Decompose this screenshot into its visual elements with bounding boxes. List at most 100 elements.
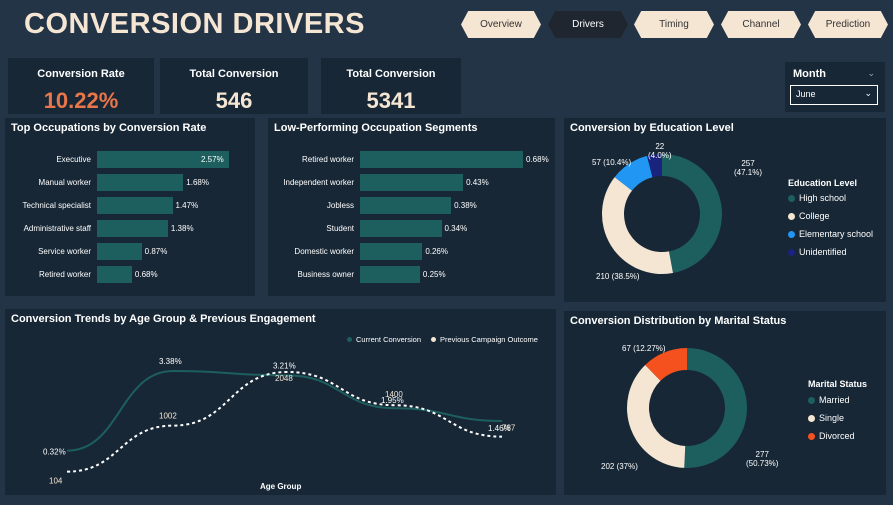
legend-title: Marital Status bbox=[808, 379, 868, 389]
top-occ-category-label: Executive bbox=[56, 155, 91, 164]
dot-icon bbox=[808, 414, 815, 422]
low-occ-bar[interactable] bbox=[360, 174, 464, 191]
low-occ-bar[interactable] bbox=[360, 243, 423, 260]
donut-slice[interactable] bbox=[662, 154, 723, 273]
legend-item[interactable]: High school bbox=[788, 193, 846, 203]
legend-label: Married bbox=[819, 395, 850, 405]
low-occ-category-label: Retired worker bbox=[301, 155, 354, 164]
top-occ-value-label: 0.87% bbox=[144, 247, 168, 256]
legend-label: Divorced bbox=[819, 431, 855, 441]
dot-icon bbox=[808, 396, 815, 404]
legend-label: College bbox=[799, 211, 830, 221]
low-occ-value-label: 0.68% bbox=[526, 155, 549, 164]
nav-overview-button[interactable]: Overview bbox=[461, 11, 541, 38]
kpi-value: 5341 bbox=[366, 88, 416, 113]
nav-prediction-button[interactable]: Prediction bbox=[808, 11, 888, 38]
legend-item[interactable]: College bbox=[788, 211, 830, 221]
top-occ-category-label: Manual worker bbox=[38, 178, 91, 187]
top-occ-bar[interactable] bbox=[97, 174, 184, 191]
age-trend-panel: Conversion Trends by Age Group & Previou… bbox=[5, 309, 556, 495]
age-line-chart: 0.32%3.38% 3.21%1.95%1.46%104100220481400… bbox=[43, 357, 516, 486]
legend-label: Single bbox=[819, 413, 845, 423]
legend-item[interactable]: Single bbox=[808, 413, 844, 423]
slice-data-label: 257 (47.1%) bbox=[734, 159, 763, 178]
top-occupations-panel: Top Occupations by Conversion Rate Execu… bbox=[5, 118, 255, 296]
top-occ-category-label: Retired worker bbox=[38, 270, 91, 279]
top-occ-category-label: Service worker bbox=[38, 247, 91, 256]
kpi-total-conversion: Total Conversion 546 bbox=[160, 58, 308, 114]
legend-item[interactable]: Married bbox=[808, 395, 850, 405]
nav-timing-button[interactable]: Timing bbox=[634, 11, 714, 38]
filter-label: Month bbox=[793, 68, 826, 80]
low-occ-category-label: Jobless bbox=[326, 201, 354, 210]
slice-data-label: 57 (10.4%) bbox=[592, 158, 632, 167]
panel-title: Low-Performing Occupation Segments bbox=[274, 122, 478, 134]
dot-icon bbox=[788, 212, 795, 220]
dot-icon bbox=[808, 432, 815, 440]
month-select[interactable]: June ⌄ bbox=[790, 85, 878, 105]
low-occ-value-label: 0.25% bbox=[422, 270, 446, 279]
nav-drivers-button[interactable]: Drivers bbox=[548, 11, 628, 38]
legend-label: High school bbox=[799, 193, 847, 203]
previous-data-label: 1002 bbox=[159, 412, 177, 421]
top-occ-bar[interactable] bbox=[97, 220, 168, 237]
education-panel: Conversion by Education Level 257 (47.1%… bbox=[564, 118, 886, 302]
donut-slice[interactable] bbox=[602, 177, 673, 274]
current-data-label: 3.38% bbox=[159, 357, 182, 366]
low-occ-value-label: 0.34% bbox=[444, 224, 468, 233]
legend-title: Education Level bbox=[788, 178, 858, 188]
top-occ-value-label: 1.47% bbox=[175, 201, 199, 210]
top-occ-value-label: 1.38% bbox=[170, 224, 194, 233]
kpi-value: 10.22% bbox=[43, 88, 119, 113]
low-occ-value-label: 0.38% bbox=[454, 201, 477, 210]
top-occ-value-label: 0.68% bbox=[134, 270, 158, 279]
top-occ-value-label: 2.57% bbox=[201, 155, 224, 164]
chevron-down-icon[interactable]: ⌄ bbox=[867, 68, 875, 79]
slice-data-label: 210 (38.5%) bbox=[596, 272, 640, 281]
low-occ-bar[interactable] bbox=[360, 151, 523, 168]
top-occ-category-label: Technical specialist bbox=[22, 201, 91, 210]
current-data-label: 0.32% bbox=[43, 448, 66, 457]
low-occupations-panel: Low-Performing Occupation Segments Retir… bbox=[268, 118, 555, 296]
donut-slice[interactable] bbox=[684, 348, 747, 468]
legend-item[interactable]: Unidentified bbox=[788, 247, 847, 257]
marital-panel: Conversion Distribution by Marital Statu… bbox=[564, 311, 886, 495]
slice-data-label: 22 (4.0%) bbox=[648, 142, 672, 161]
low-occ-category-label: Independent worker bbox=[283, 178, 354, 187]
page-title: CONVERSION DRIVERS bbox=[24, 8, 365, 40]
top-occ-bar[interactable] bbox=[97, 243, 142, 260]
panel-title: Top Occupations by Conversion Rate bbox=[11, 122, 207, 134]
legend-label: Elementary school bbox=[799, 229, 874, 239]
slice-data-label: 277 (50.73%) bbox=[746, 450, 779, 469]
top-occ-category-label: Administrative staff bbox=[23, 224, 91, 233]
kpi-total-conversion-2: Total Conversion 5341 bbox=[321, 58, 461, 114]
donut-slice[interactable] bbox=[627, 364, 686, 468]
top-occ-bar[interactable] bbox=[97, 197, 173, 214]
current-data-label: 3.21% bbox=[273, 361, 296, 370]
dot-icon bbox=[788, 194, 795, 202]
dot-icon bbox=[788, 248, 795, 256]
kpi-label: Total Conversion bbox=[346, 68, 436, 80]
slice-data-label: 202 (37%) bbox=[601, 462, 638, 471]
legend-item[interactable]: Divorced bbox=[808, 431, 855, 441]
previous-campaign-line[interactable] bbox=[66, 370, 503, 473]
legend-label: Unidentified bbox=[799, 247, 847, 257]
low-occ-bar[interactable] bbox=[360, 266, 420, 283]
kpi-value: 546 bbox=[215, 88, 253, 113]
low-occ-value-label: 0.26% bbox=[425, 247, 448, 256]
low-occ-bar[interactable] bbox=[360, 197, 452, 214]
dot-icon bbox=[788, 230, 795, 238]
low-occ-bar[interactable] bbox=[360, 220, 442, 237]
previous-data-label: 787 bbox=[502, 424, 516, 433]
legend-item[interactable]: Elementary school bbox=[788, 229, 873, 239]
nav-channel-button[interactable]: Channel bbox=[721, 11, 801, 38]
previous-data-label: 1400 bbox=[385, 390, 403, 399]
top-occ-bar[interactable] bbox=[97, 266, 132, 283]
month-select-value: June bbox=[796, 89, 816, 99]
x-axis-label: Age Group bbox=[260, 482, 302, 491]
previous-data-label: 104 bbox=[49, 477, 63, 486]
kpi-label: Total Conversion bbox=[189, 68, 279, 80]
slice-data-label: 67 (12.27%) bbox=[622, 344, 666, 353]
low-occ-category-label: Business owner bbox=[297, 270, 354, 279]
kpi-label: Conversion Rate bbox=[37, 68, 125, 80]
